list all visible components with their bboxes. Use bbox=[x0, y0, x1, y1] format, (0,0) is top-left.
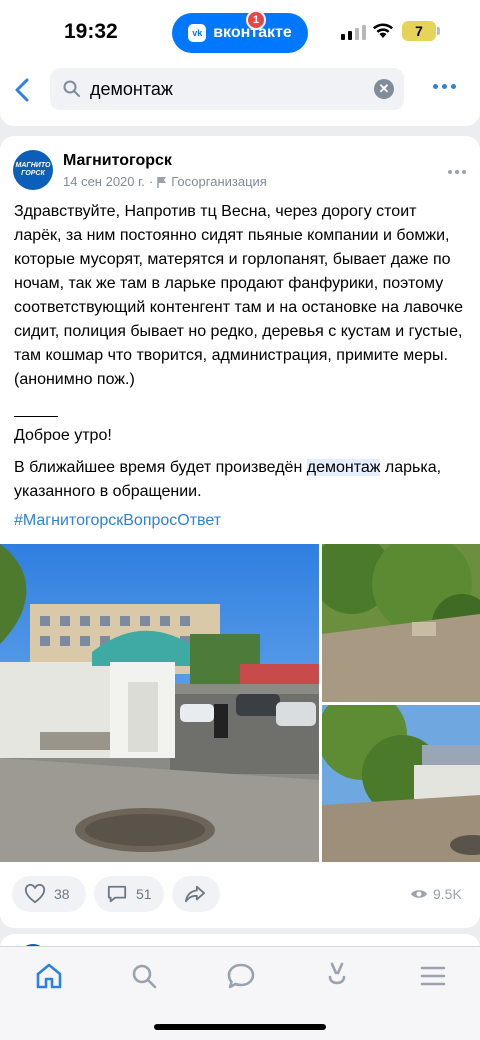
like-button[interactable]: 38 bbox=[12, 876, 86, 912]
clips-icon[interactable] bbox=[322, 961, 352, 991]
avatar[interactable]: МАГНИТО ГОРСК bbox=[13, 150, 53, 190]
post-author[interactable]: Магнитогорск bbox=[63, 152, 172, 170]
more-options-icon[interactable] bbox=[433, 84, 456, 89]
like-count: 38 bbox=[54, 886, 70, 902]
reply-text-before: В ближайшее время будет произведён bbox=[14, 459, 307, 476]
messages-badge: 1 bbox=[246, 10, 266, 30]
battery-tip bbox=[437, 27, 440, 35]
menu-icon[interactable] bbox=[418, 961, 448, 991]
views-value: 9.5K bbox=[433, 886, 462, 902]
app-return-pill[interactable]: vk вконтакте bbox=[172, 13, 308, 53]
comment-button[interactable]: 51 bbox=[94, 876, 164, 912]
post-meta: 14 сен 2020 г. · Госорганизация bbox=[63, 174, 267, 189]
home-icon[interactable] bbox=[34, 961, 64, 991]
comment-icon bbox=[107, 885, 127, 903]
search-query[interactable]: демонтаж bbox=[90, 79, 173, 100]
share-button[interactable] bbox=[172, 876, 220, 912]
eye-icon bbox=[411, 890, 427, 898]
search-highlight: демонтаж bbox=[306, 459, 381, 476]
heart-icon bbox=[24, 884, 46, 904]
views-count: 9.5K bbox=[410, 886, 462, 902]
hashtag-link[interactable]: #МагнитогорскВопросОтвет bbox=[14, 512, 221, 530]
search-icon bbox=[63, 80, 80, 97]
cellular-signal-icon bbox=[341, 24, 366, 40]
messages-icon[interactable] bbox=[226, 961, 256, 991]
share-icon bbox=[185, 885, 205, 903]
flag-icon bbox=[157, 176, 167, 188]
dot-separator: · bbox=[148, 174, 154, 189]
search-icon[interactable] bbox=[129, 961, 159, 991]
vk-logo-icon: vk bbox=[188, 24, 207, 42]
post-text: Здравствуйте, Напротив тц Весна, через д… bbox=[14, 203, 463, 388]
post-card: МАГНИТО ГОРСК Магнитогорск 14 сен 2020 г… bbox=[0, 136, 480, 928]
wifi-icon bbox=[373, 23, 393, 38]
separator-line bbox=[14, 416, 58, 417]
street-kiosk-photo[interactable] bbox=[0, 544, 319, 862]
status-time: 19:32 bbox=[64, 20, 118, 43]
trees-photo[interactable] bbox=[322, 544, 480, 702]
kiosk-trees-photo[interactable] bbox=[322, 705, 480, 862]
post-org-type: Госорганизация bbox=[171, 174, 267, 189]
post-date: 14 сен 2020 г. bbox=[63, 174, 145, 189]
search-header: демонтаж ✕ bbox=[0, 62, 480, 126]
comment-count: 51 bbox=[136, 886, 152, 902]
battery-icon: 7 bbox=[402, 21, 436, 41]
reply-text: В ближайшее время будет произведён демон… bbox=[14, 456, 466, 504]
reply-greeting: Доброе утро! bbox=[14, 427, 112, 444]
clear-search-icon[interactable]: ✕ bbox=[374, 79, 394, 99]
search-input[interactable]: демонтаж ✕ bbox=[50, 68, 404, 110]
home-indicator[interactable] bbox=[154, 1024, 326, 1030]
post-menu-icon[interactable] bbox=[448, 170, 466, 174]
back-arrow-icon[interactable] bbox=[10, 76, 36, 104]
status-bar: 19:32 vk вконтакте 7 bbox=[0, 0, 480, 62]
